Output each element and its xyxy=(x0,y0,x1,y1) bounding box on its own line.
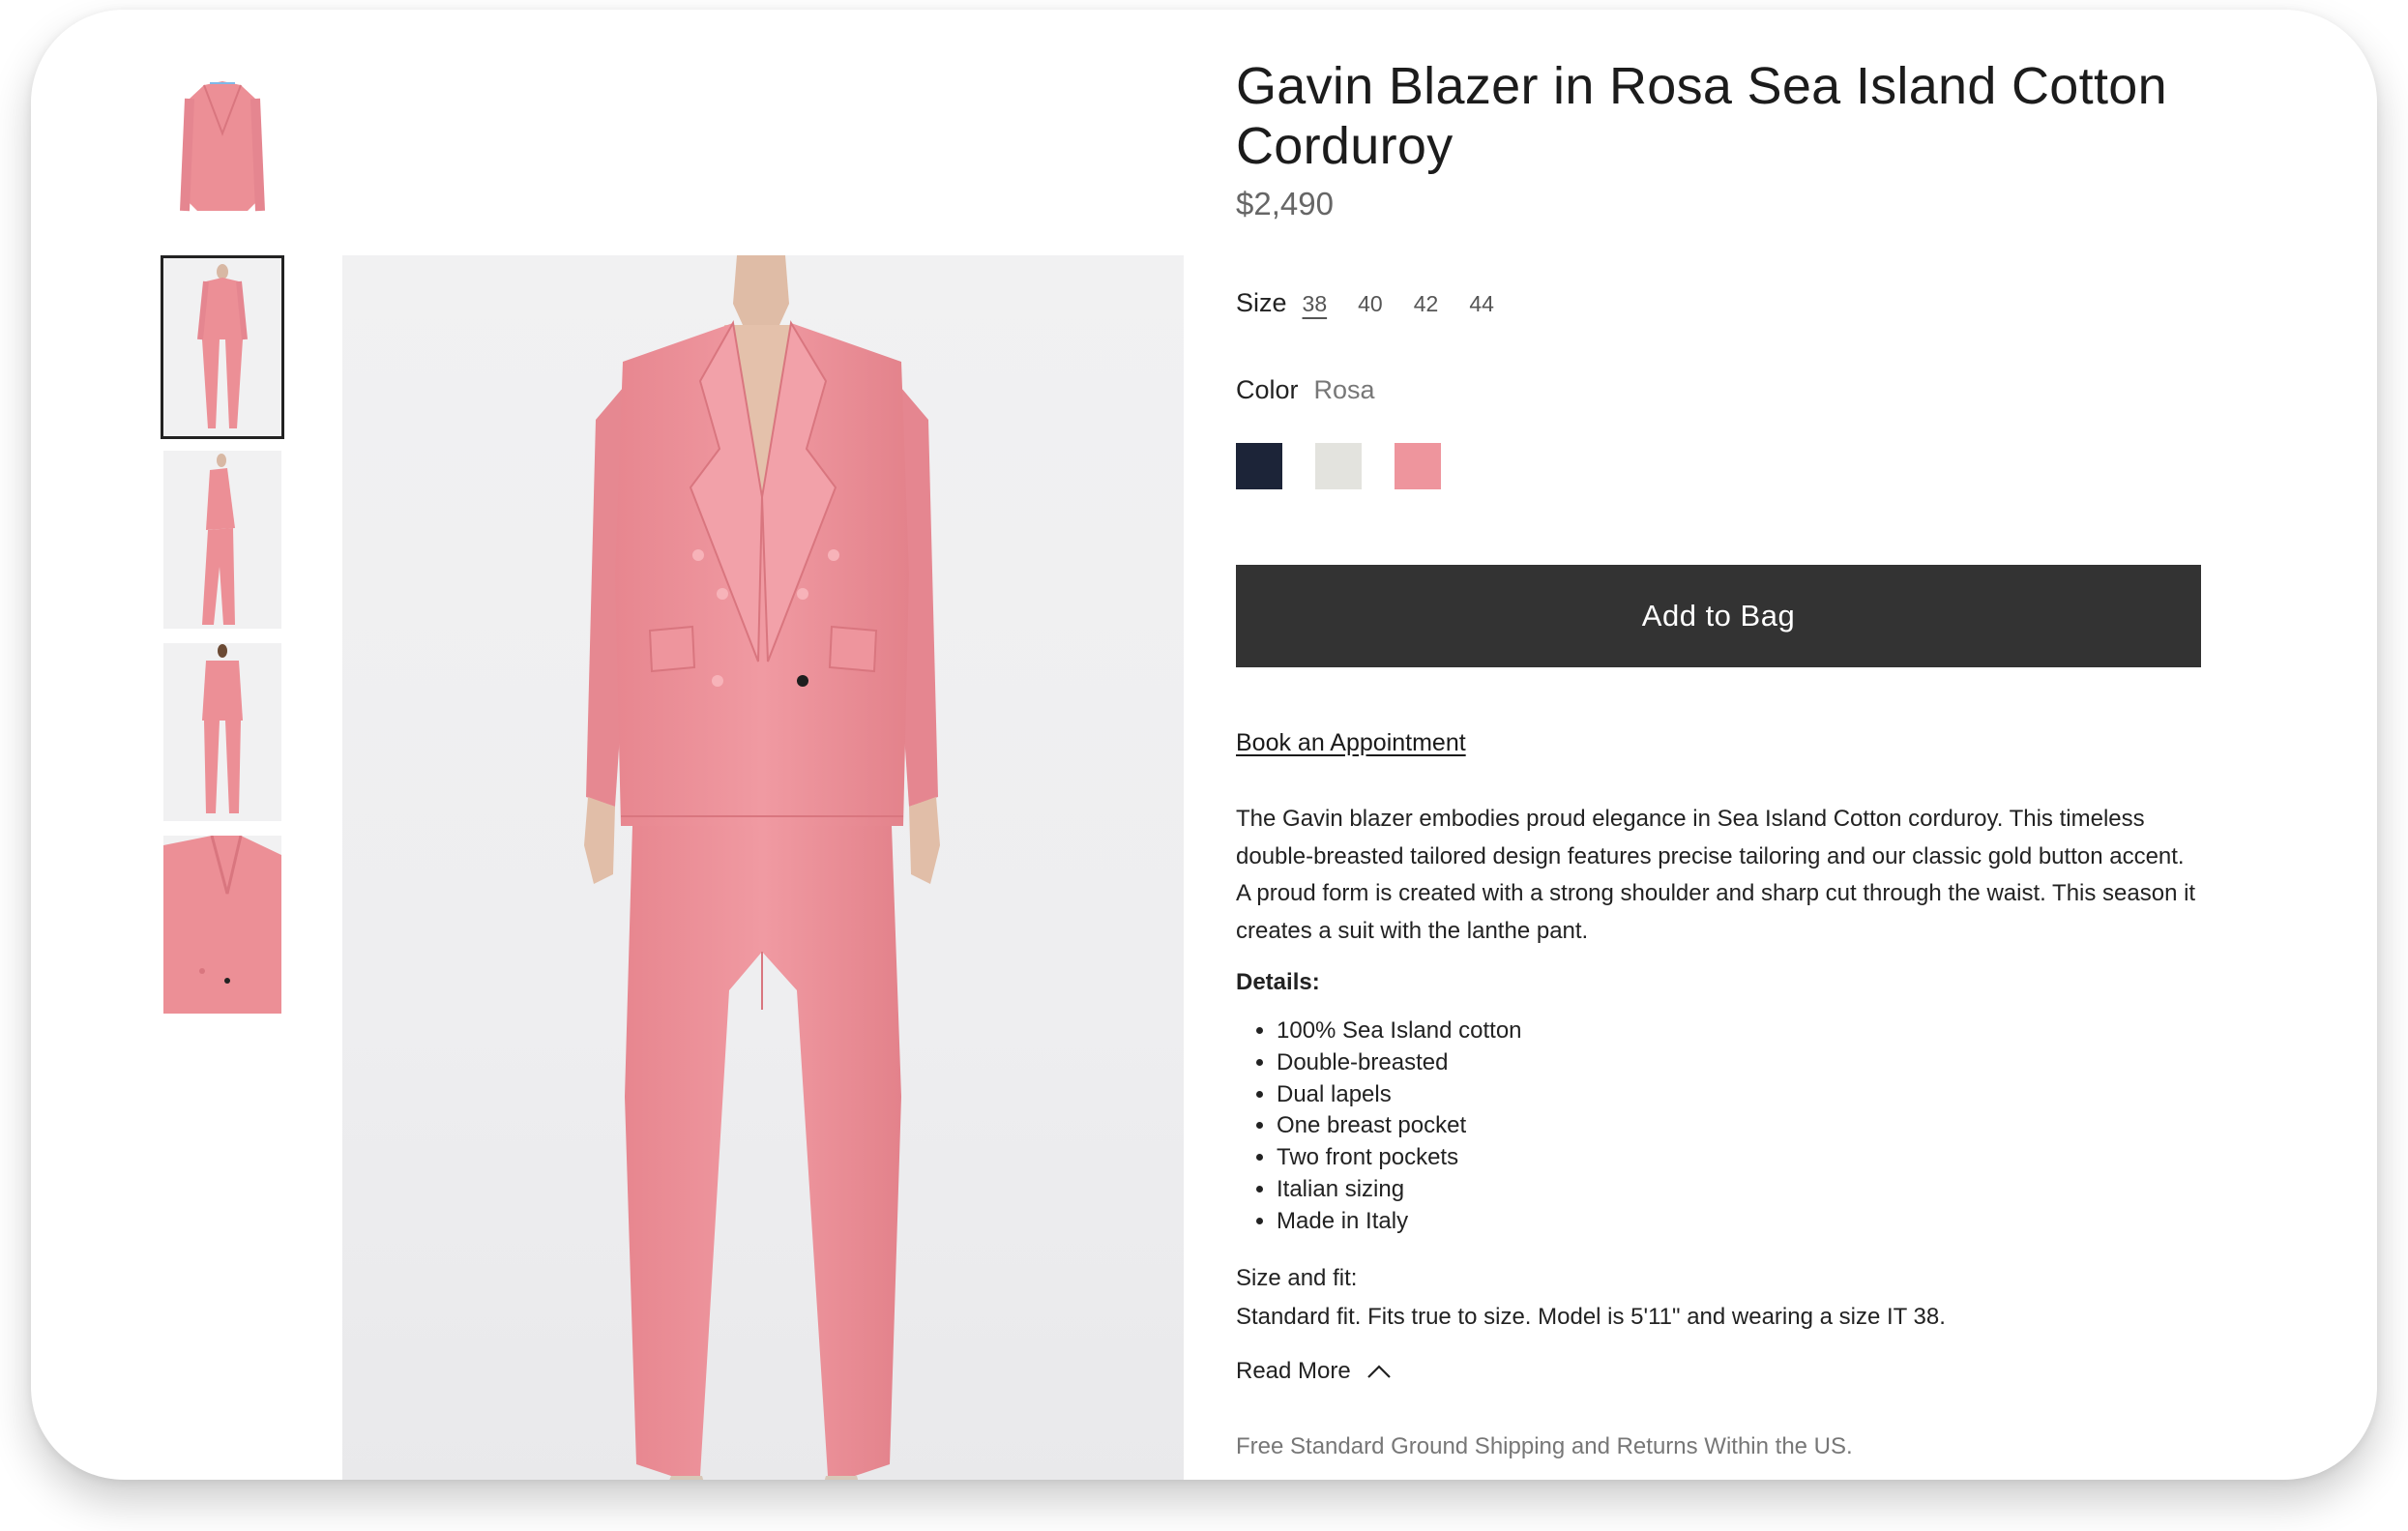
size-option-44[interactable]: 44 xyxy=(1469,291,1494,317)
size-option-40[interactable]: 40 xyxy=(1358,291,1383,317)
thumbnail-blazer-closeup[interactable] xyxy=(163,836,281,1014)
list-item: Double-breasted xyxy=(1277,1047,1522,1079)
size-fit-text: Standard fit. Fits true to size. Model i… xyxy=(1236,1304,1946,1330)
thumbnail-suit-side[interactable] xyxy=(163,451,281,629)
color-swatch-rosa[interactable] xyxy=(1395,443,1441,489)
thumbnail-suit-front[interactable] xyxy=(161,255,284,439)
size-option-42[interactable]: 42 xyxy=(1414,291,1439,317)
color-selected-value: Rosa xyxy=(1313,375,1375,404)
main-product-image[interactable] xyxy=(342,255,1184,1480)
add-to-bag-button[interactable]: Add to Bag xyxy=(1236,565,2201,667)
product-title: Gavin Blazer in Rosa Sea Island Cotton C… xyxy=(1236,57,2167,175)
thumbnail-suit-back[interactable] xyxy=(163,643,281,821)
list-item: Two front pockets xyxy=(1277,1142,1522,1174)
color-swatches xyxy=(1236,443,1474,489)
color-swatch-navy[interactable] xyxy=(1236,443,1282,489)
size-option-38[interactable]: 38 xyxy=(1303,291,1328,317)
list-item: Italian sizing xyxy=(1277,1174,1522,1206)
details-list: 100% Sea Island cotton Double-breasted D… xyxy=(1236,1016,1522,1238)
thumbnail-blazer-flat[interactable] xyxy=(163,66,281,244)
product-info: Gavin Blazer in Rosa Sea Island Cotton C… xyxy=(1236,56,2203,1459)
details-heading: Details: xyxy=(1236,969,1320,995)
shipping-note: Free Standard Ground Shipping and Return… xyxy=(1236,1433,1853,1459)
product-page: Gavin Blazer in Rosa Sea Island Cotton C… xyxy=(31,10,2377,1480)
book-appointment-link[interactable]: Book an Appointment xyxy=(1236,729,1466,757)
size-label: Size xyxy=(1236,288,1287,317)
size-selector: Size 38 40 42 44 xyxy=(1236,288,1525,318)
list-item: Made in Italy xyxy=(1277,1206,1522,1238)
color-label: Color xyxy=(1236,375,1299,404)
size-fit-heading: Size and fit: xyxy=(1236,1265,1358,1291)
list-item: Dual lapels xyxy=(1277,1079,1522,1111)
product-price: $2,490 xyxy=(1236,186,1334,221)
product-description: The Gavin blazer embodies proud elegance… xyxy=(1236,806,2196,944)
color-swatch-ivory[interactable] xyxy=(1315,443,1362,489)
read-more-label: Read More xyxy=(1236,1358,1351,1384)
read-more-toggle[interactable]: Read More xyxy=(1236,1358,1392,1385)
chevron-up-icon xyxy=(1366,1365,1391,1378)
list-item: 100% Sea Island cotton xyxy=(1277,1016,1522,1047)
list-item: One breast pocket xyxy=(1277,1110,1522,1142)
color-selector: Color Rosa xyxy=(1236,375,1375,405)
